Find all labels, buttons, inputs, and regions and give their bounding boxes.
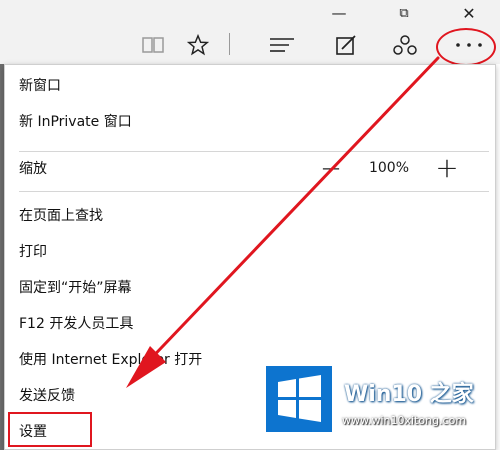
favorite-button[interactable] [181,30,215,60]
restore-button[interactable]: ⧉ [386,0,422,26]
menu-item-pin-to-start[interactable]: 固定到“开始”屏幕 [19,273,132,301]
menu-item-new-inprivate[interactable]: 新 InPrivate 窗口 [19,107,132,135]
highlight-circle [436,28,496,66]
watermark-url: www.win10xitong.com [342,414,467,427]
zoom-level: 100% [368,160,410,176]
zoom-controls: — 100% + [313,154,465,182]
watermark-title: Win10 之家 [344,382,474,407]
web-note-button[interactable] [329,30,363,60]
menu-item-print[interactable]: 打印 [19,237,47,265]
menu-divider [19,151,489,152]
toolbar-separator [229,33,230,55]
share-icon [393,35,417,55]
menu-item-zoom-label: 缩放 [19,161,47,177]
close-button[interactable]: ✕ [451,0,487,26]
settings-highlight-box [8,412,92,447]
hub-button[interactable] [265,30,299,60]
menu-item-find-on-page[interactable]: 在页面上查找 [19,201,103,229]
restore-icon: ⧉ [399,5,409,21]
web-note-icon [336,35,356,55]
browser-toolbar [0,26,500,64]
menu-divider [19,191,489,192]
menu-item-new-window[interactable]: 新窗口 [19,71,61,99]
menu-item-dev-tools[interactable]: F12 开发人员工具 [19,309,133,337]
reading-view-icon [142,37,164,53]
title-bar: — ⧉ ✕ [0,0,500,26]
minimize-icon: — [331,4,347,22]
windows-logo-icon [266,366,332,432]
minimize-button[interactable]: — [321,0,357,26]
watermark: Win10 之家 www.win10xitong.com [266,366,496,446]
hub-icon [270,38,294,52]
zoom-in-button[interactable]: + [429,154,465,182]
zoom-out-button[interactable]: — [313,158,349,179]
reading-view-button[interactable] [136,30,170,60]
menu-item-send-feedback[interactable]: 发送反馈 [19,381,75,409]
favorite-star-icon [187,34,209,56]
close-icon: ✕ [462,3,476,23]
menu-item-open-with-ie[interactable]: 使用 Internet Explorer 打开 [19,345,202,373]
share-button[interactable] [388,30,422,60]
